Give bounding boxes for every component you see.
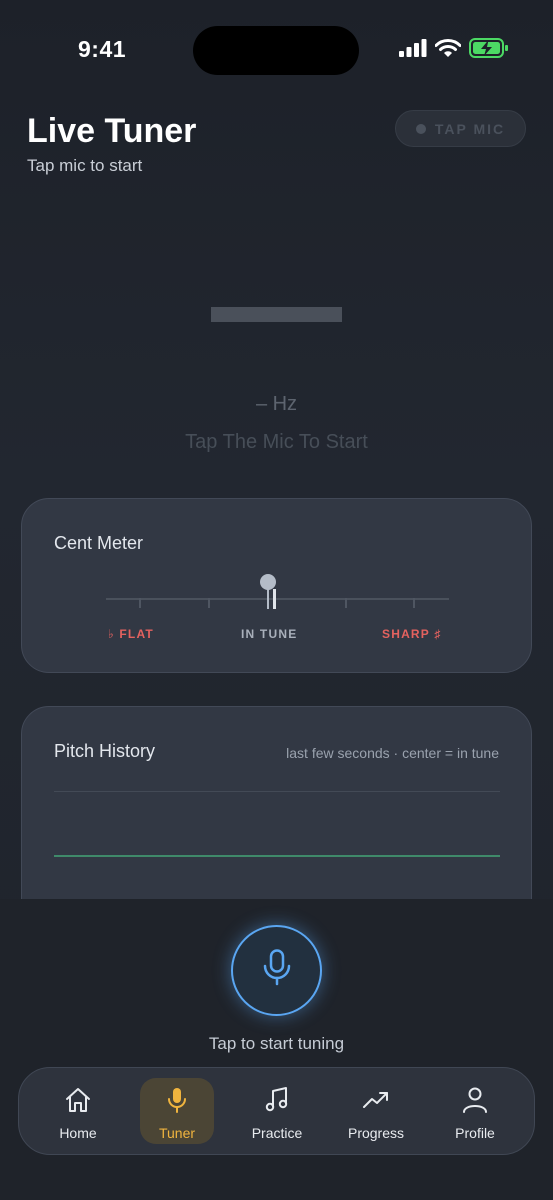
pitch-history-line — [54, 855, 500, 857]
status-time: 9:41 — [78, 36, 127, 62]
tap-mic-label: TAP MIC — [434, 120, 506, 137]
sharp-label: SHARP ♯ — [382, 627, 442, 641]
music-note-icon — [263, 1086, 291, 1119]
page-subtitle: Tap mic to start — [27, 156, 143, 175]
pitch-history-divider — [54, 791, 500, 792]
wifi-icon — [434, 38, 462, 63]
tab-practice[interactable]: Practice — [240, 1078, 314, 1144]
cent-needle-stem — [267, 587, 269, 609]
cent-needle-knob — [260, 574, 276, 590]
tab-practice-label: Practice — [251, 1125, 303, 1141]
mic-icon — [163, 1086, 191, 1119]
tuner-status-message: Tap The Mic To Start — [185, 431, 368, 453]
cent-meter-card: Cent Meter ♭ FLAT IN TUNE SHARP ♯ — [21, 498, 532, 673]
status-icons — [399, 38, 509, 63]
dynamic-island — [193, 26, 359, 75]
trend-up-icon — [362, 1086, 390, 1119]
tab-bar: Home Tuner Practice Progress Profile — [18, 1067, 535, 1155]
tab-tuner-label: Tuner — [158, 1125, 196, 1141]
mic-button[interactable] — [231, 925, 322, 1016]
cent-meter-track — [106, 598, 449, 600]
tab-progress-label: Progress — [347, 1125, 405, 1141]
tap-mic-button[interactable]: TAP MIC — [395, 110, 526, 147]
pitch-history-hint: last few seconds · center = in tune — [286, 745, 499, 761]
tab-tuner[interactable]: Tuner — [140, 1078, 214, 1144]
tuning-prompt: Tap to start tuning — [208, 1034, 345, 1053]
tab-progress[interactable]: Progress — [339, 1078, 413, 1144]
in-tune-label: IN TUNE — [241, 627, 298, 641]
page-title: Live Tuner — [27, 112, 197, 150]
mic-icon — [262, 949, 292, 992]
meter-tick — [413, 598, 415, 608]
tab-home[interactable]: Home — [41, 1078, 115, 1144]
in-tune-center-mark — [273, 589, 276, 609]
tab-home-label: Home — [59, 1125, 97, 1141]
meter-tick — [139, 598, 141, 608]
flat-label: ♭ FLAT — [108, 627, 154, 641]
pitch-history-title: Pitch History — [54, 741, 156, 761]
battery-charging-icon — [469, 38, 509, 63]
tab-profile[interactable]: Profile — [438, 1078, 512, 1144]
status-bar: 9:41 — [0, 0, 553, 100]
meter-tick — [345, 598, 347, 608]
meter-tick — [208, 598, 210, 608]
cent-meter-title: Cent Meter — [54, 533, 144, 553]
tab-profile-label: Profile — [455, 1125, 495, 1141]
home-icon — [64, 1086, 92, 1119]
signal-icon — [399, 39, 427, 62]
user-icon — [461, 1086, 489, 1119]
note-placeholder — [211, 307, 342, 322]
mic-status-dot — [415, 123, 426, 134]
frequency-readout: – Hz — [255, 393, 298, 415]
